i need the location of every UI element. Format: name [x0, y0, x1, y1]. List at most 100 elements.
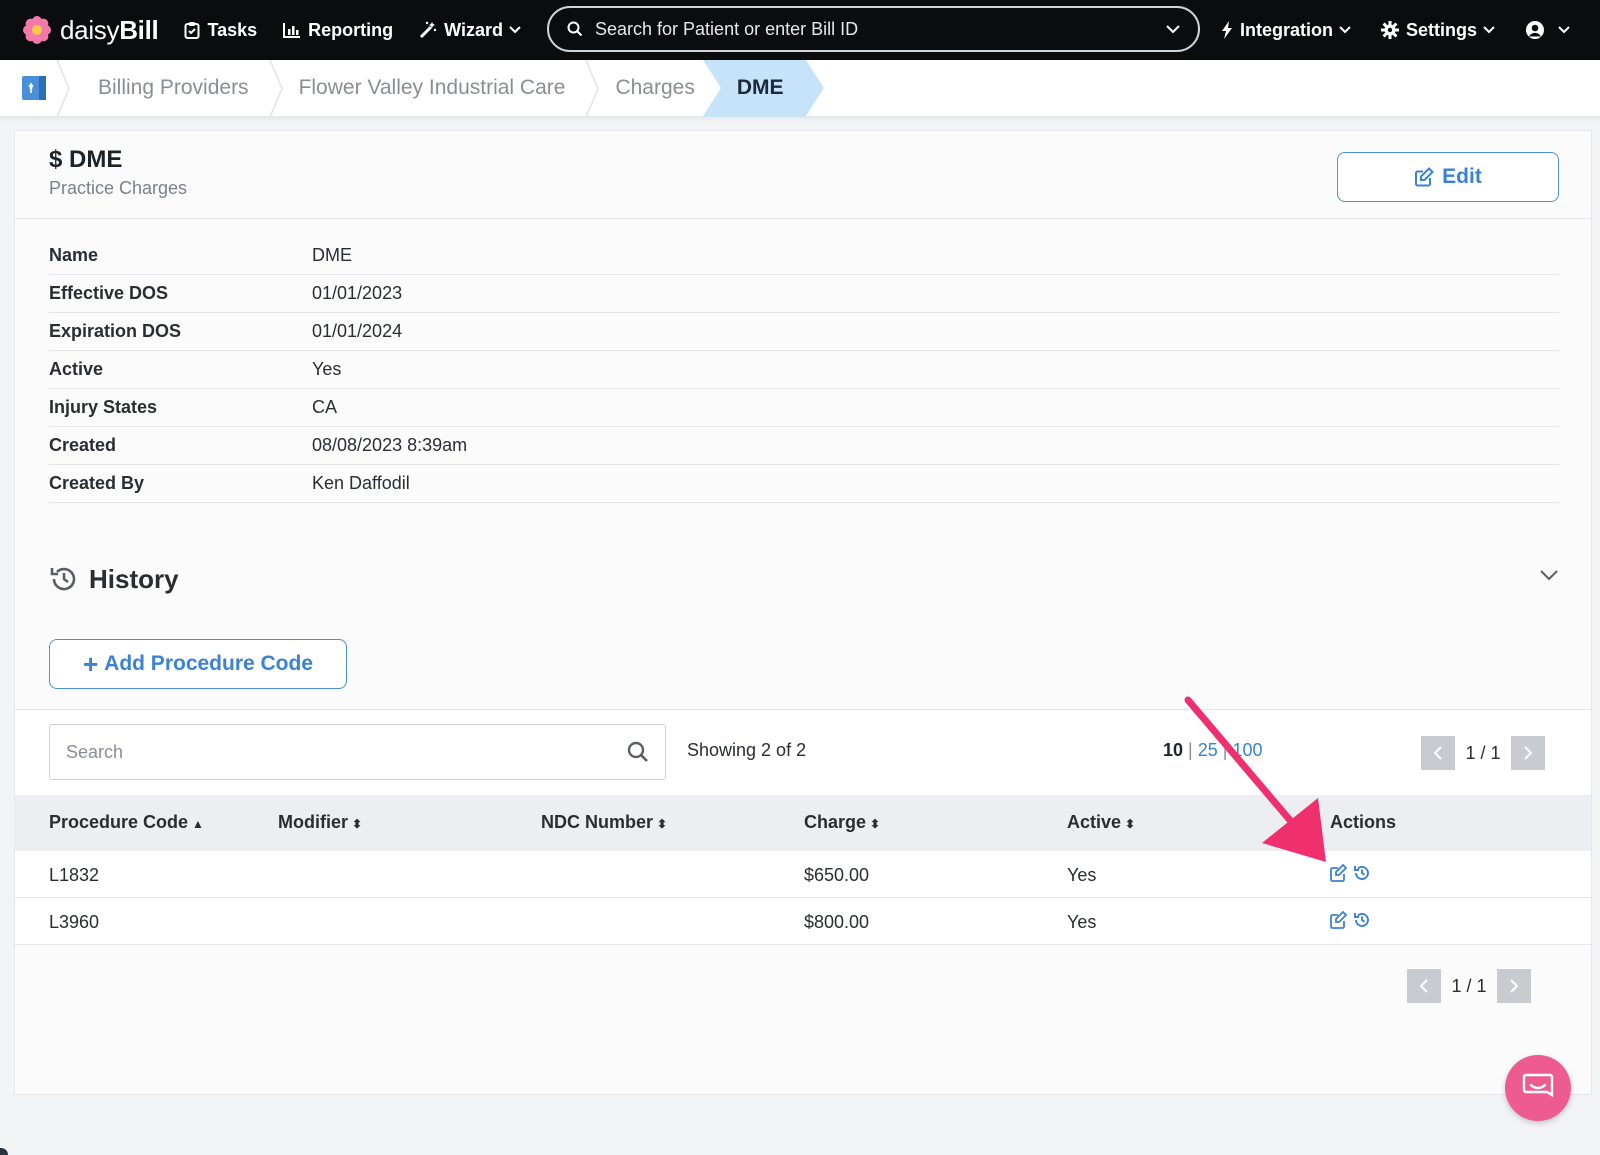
detail-row: Name DME [49, 237, 1559, 275]
detail-row: Effective DOS 01/01/2023 [49, 275, 1559, 313]
detail-value: CA [312, 397, 338, 417]
edit-icon[interactable] [1329, 863, 1349, 887]
right-nav: Integration Settings [1221, 0, 1570, 60]
chat-icon [1522, 1073, 1554, 1098]
page-subtitle: Practice Charges [49, 178, 188, 198]
history-icon [50, 567, 76, 591]
daisybill-logo[interactable]: daisyBill [22, 14, 159, 46]
chevron-down-icon [1339, 26, 1351, 34]
detail-key: Active [49, 359, 104, 379]
breadcrumb-billing-providers[interactable]: Billing Providers [68, 60, 269, 117]
history-icon[interactable] [1353, 864, 1371, 887]
cell-active: Yes [1067, 912, 1097, 932]
detail-key: Name [49, 245, 99, 265]
cell-charge: $800.00 [804, 912, 870, 932]
breadcrumb-home[interactable] [0, 59, 70, 117]
column-label: NDC Number [541, 812, 654, 832]
nav-reporting-label: Reporting [308, 19, 394, 40]
history-section-header[interactable]: History [49, 559, 1559, 599]
patient-search-input[interactable]: Search for Patient or enter Bill ID [547, 6, 1200, 52]
row-actions [1329, 910, 1375, 934]
detail-value: 01/01/2024 [312, 321, 403, 341]
page-size-current: 10 [1163, 740, 1184, 760]
nav-tasks-label: Tasks [207, 19, 258, 40]
column-active[interactable]: Active ⬍ [1067, 812, 1135, 833]
next-page-button[interactable] [1511, 736, 1545, 770]
nav-wizard[interactable]: Wizard [419, 20, 521, 41]
column-procedure-code[interactable]: Procedure Code ▲ [49, 812, 204, 833]
column-ndc-number[interactable]: NDC Number ⬍ [541, 812, 667, 833]
plus-icon: + [82, 649, 99, 679]
detail-key: Expiration DOS [49, 321, 182, 341]
column-modifier[interactable]: Modifier ⬍ [278, 812, 362, 833]
sort-icon: ⬍ [352, 817, 363, 831]
row-actions [1329, 863, 1375, 887]
chevron-down-icon [509, 26, 521, 34]
search-icon[interactable] [627, 741, 649, 763]
details-list: Name DME Effective DOS 01/01/2023 Expirati… [49, 237, 1559, 503]
page-indicator: 1 / 1 [1465, 742, 1501, 763]
top-navbar: daisyBill Tasks Reporting Wizard Search … [0, 0, 1600, 60]
detail-value: Yes [312, 359, 342, 379]
search-placeholder: Search for Patient or enter Bill ID [595, 18, 859, 39]
table-search-input[interactable]: Search [49, 724, 666, 780]
edit-button[interactable]: Edit [1337, 152, 1559, 202]
chat-launcher-button[interactable] [1505, 1055, 1571, 1121]
search-icon [567, 21, 583, 37]
magic-wand-icon [420, 21, 437, 39]
detail-value: 01/01/2023 [312, 283, 403, 303]
table-search-placeholder: Search [66, 741, 124, 762]
detail-row: Injury States CA [49, 389, 1559, 427]
detail-row: Active Yes [49, 351, 1559, 389]
nav-reporting[interactable]: Reporting [283, 20, 393, 41]
edit-icon [1415, 167, 1435, 187]
page-size-option-25[interactable]: 25 [1198, 740, 1218, 760]
logo-wordmark: daisyBill [60, 14, 159, 45]
page-size-option-100[interactable]: 100 [1232, 740, 1262, 760]
breadcrumb-label: Charges [615, 76, 695, 99]
nav-settings[interactable]: Settings [1381, 20, 1495, 41]
column-label: Active [1067, 812, 1122, 832]
detail-row: Created 08/08/2023 8:39am [49, 427, 1559, 465]
next-page-button[interactable] [1497, 969, 1531, 1003]
history-icon[interactable] [1353, 911, 1371, 934]
charge-card: $ DME Practice Charges Edit Name DME Effe… [14, 130, 1592, 1095]
nav-tasks[interactable]: Tasks [184, 20, 257, 41]
book-icon [22, 76, 46, 100]
breadcrumb-label: Billing Providers [98, 76, 249, 99]
window-corner [0, 1148, 8, 1155]
clipboard-icon [184, 22, 200, 39]
detail-row: Expiration DOS 01/01/2024 [49, 313, 1559, 351]
table-row: L3960 $800.00 Yes [15, 898, 1591, 945]
edit-icon[interactable] [1329, 910, 1349, 934]
sort-icon: ⬍ [657, 817, 668, 831]
bar-chart-icon [283, 23, 301, 38]
chevron-right-icon [1524, 746, 1533, 760]
nav-integration[interactable]: Integration [1221, 20, 1351, 41]
edit-button-label: Edit [1442, 165, 1482, 188]
sort-asc-icon: ▲ [192, 817, 204, 831]
user-menu[interactable] [1525, 20, 1570, 40]
breadcrumb-provider[interactable]: Flower Valley Industrial Care [283, 60, 586, 117]
table-toolbar: Search Showing 2 of 2 10 | 25 | 100 1 / … [15, 709, 1591, 795]
breadcrumb-charges[interactable]: Charges [599, 60, 694, 117]
column-label: Actions [1330, 812, 1397, 832]
card-header: $ DME Practice Charges Edit [15, 131, 1591, 219]
breadcrumb-current-label: DME [736, 76, 784, 99]
chevron-down-icon[interactable] [1166, 24, 1180, 34]
daisy-flower-icon [23, 16, 51, 44]
nav-integration-label: Integration [1240, 19, 1333, 40]
page-title: $ DME [49, 146, 123, 173]
column-charge[interactable]: Charge ⬍ [804, 812, 880, 833]
detail-key: Injury States [49, 397, 158, 417]
breadcrumb-separator [268, 59, 283, 117]
add-procedure-code-button[interactable]: + Add Procedure Code [49, 639, 347, 689]
prev-page-button[interactable] [1421, 736, 1455, 770]
detail-value: DME [312, 245, 352, 265]
add-procedure-code-label: Add Procedure Code [104, 652, 314, 675]
result-count: Showing 2 of 2 [687, 740, 807, 760]
cell-active: Yes [1067, 865, 1097, 885]
breadcrumb-separator [585, 59, 600, 117]
chevron-down-icon[interactable] [1539, 569, 1559, 581]
prev-page-button[interactable] [1407, 969, 1441, 1003]
